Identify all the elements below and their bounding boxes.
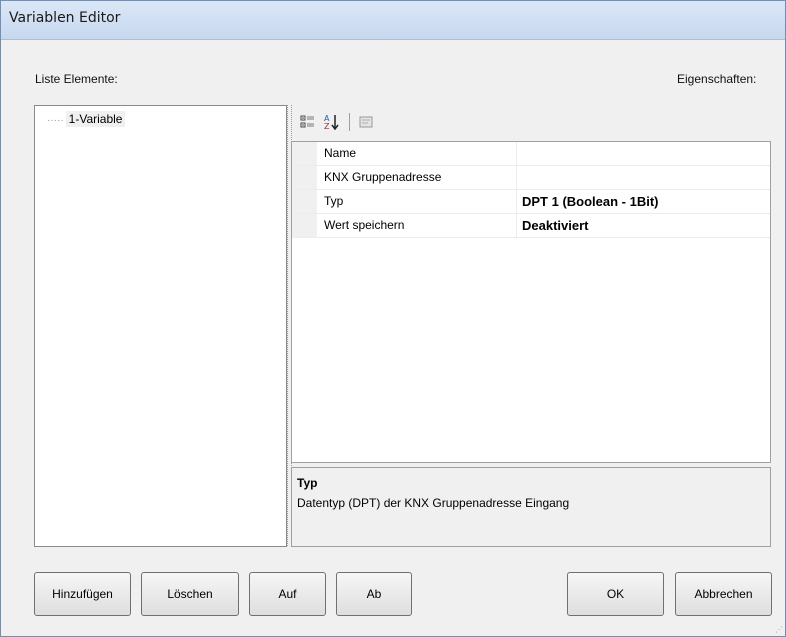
property-description-panel: Typ Datentyp (DPT) der KNX Gruppenadress…	[291, 467, 771, 547]
properties-label: Eigenschaften:	[677, 72, 757, 86]
property-row-typ[interactable]: Typ DPT 1 (Boolean - 1Bit)	[292, 190, 770, 214]
column-divider	[516, 190, 517, 213]
row-gutter	[292, 190, 317, 213]
property-name: Typ	[324, 194, 344, 208]
add-button[interactable]: Hinzufügen	[34, 572, 131, 616]
categorized-view-button[interactable]	[297, 112, 319, 132]
alphabetical-sort-button[interactable]: A Z	[321, 112, 343, 132]
tree-item-1-variable[interactable]: ····· 1-Variable	[47, 111, 126, 127]
column-divider	[516, 142, 517, 165]
property-pages-icon	[359, 116, 373, 128]
description-text: Datentyp (DPT) der KNX Gruppenadresse Ei…	[297, 496, 570, 510]
element-tree[interactable]: ····· 1-Variable	[34, 105, 287, 547]
tree-item-label: 1-Variable	[65, 111, 126, 127]
property-name: KNX Gruppenadresse	[324, 170, 442, 184]
resize-grip-icon[interactable]: ⋰	[775, 625, 783, 634]
categorized-view-icon	[300, 115, 314, 128]
column-divider	[516, 214, 517, 237]
row-gutter	[292, 214, 317, 237]
property-grid: Name KNX Gruppenadresse Typ DPT 1 (Boole…	[291, 141, 771, 463]
title-bar[interactable]: Variablen Editor	[1, 1, 785, 40]
property-name: Name	[324, 146, 357, 160]
row-gutter	[292, 166, 317, 189]
property-row-knx-gruppenadresse[interactable]: KNX Gruppenadresse	[292, 166, 770, 190]
cancel-button[interactable]: Abbrechen	[675, 572, 772, 616]
tree-connector: ·····	[47, 115, 64, 126]
property-value[interactable]: DPT 1 (Boolean - 1Bit)	[522, 194, 659, 209]
delete-button[interactable]: Löschen	[141, 572, 239, 616]
svg-text:Z: Z	[324, 122, 330, 131]
property-name: Wert speichern	[324, 218, 405, 232]
toolbar-separator	[349, 113, 350, 131]
row-gutter	[292, 142, 317, 165]
property-value[interactable]: Deaktiviert	[522, 218, 588, 233]
property-row-wert-speichern[interactable]: Wert speichern Deaktiviert	[292, 214, 770, 238]
property-pages-button[interactable]	[355, 112, 377, 132]
variablen-editor-window: Variablen Editor Liste Elemente: Eigensc…	[0, 0, 786, 637]
column-divider	[516, 166, 517, 189]
property-row-name[interactable]: Name	[292, 142, 770, 166]
window-title: Variablen Editor	[9, 10, 121, 26]
down-button[interactable]: Ab	[336, 572, 412, 616]
list-elements-label: Liste Elemente:	[35, 72, 118, 86]
ok-button[interactable]: OK	[567, 572, 664, 616]
property-toolbar: A Z	[291, 108, 769, 138]
sort-az-icon: A Z	[324, 114, 339, 131]
up-button[interactable]: Auf	[249, 572, 326, 616]
description-title: Typ	[297, 476, 318, 490]
